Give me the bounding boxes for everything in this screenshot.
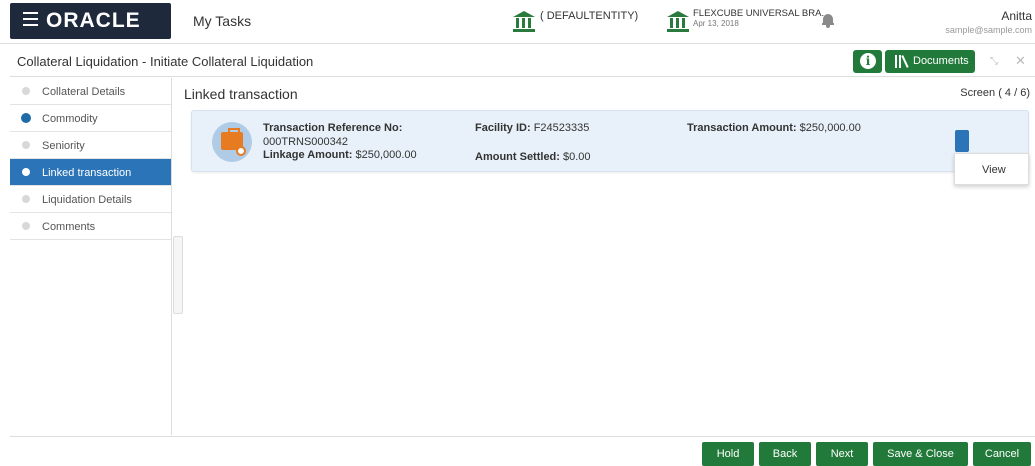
card-action-menu: View [954,153,1029,185]
cancel-button[interactable]: Cancel [973,442,1031,466]
window-titlebar: Collateral Liquidation - Initiate Collat… [10,45,1035,77]
top-header: ORACLE My Tasks ( DEFAULTENTITY) FLEXCUB… [0,0,1035,44]
branch-selector[interactable]: FLEXCUBE UNIVERSAL BRA... Apr 13, 2018 [693,9,829,29]
save-close-button[interactable]: Save & Close [873,442,968,466]
sidebar-item-label: Comments [42,221,96,233]
linkage-amount-field: Linkage Amount: $250,000.00 [263,149,417,161]
sidebar-item-comments[interactable]: Comments [10,213,171,240]
txn-ref-label: Transaction Reference No: [263,122,403,134]
sidebar-item-linked-transaction[interactable]: Linked transaction [10,159,171,186]
briefcase-icon [212,122,252,162]
sidebar-item-label: Liquidation Details [42,194,132,206]
linkage-label: Linkage Amount: [263,149,353,161]
hold-button[interactable]: Hold [702,442,754,466]
linked-transaction-card: Transaction Reference No: 000TRNS000342 … [191,110,1029,172]
panel-resize-handle[interactable] [173,236,183,314]
txn-amount-value: $250,000.00 [799,122,861,134]
info-button[interactable]: i [853,50,882,73]
sidebar-item-commodity[interactable]: Commodity [10,105,171,132]
back-button[interactable]: Back [759,442,811,466]
sidebar-item-collateral-details[interactable]: Collateral Details [10,78,171,105]
linkage-value: $250,000.00 [355,149,417,161]
step-status-icon [21,113,31,123]
facility-value: F24523335 [533,122,590,134]
facility-id-field: Facility ID: F24523335 [475,122,589,134]
documents-icon [895,55,909,68]
user-email: sample@sample.com [945,25,1032,35]
menu-item-view[interactable]: View [982,164,1006,176]
action-footer: Hold Back Next Save & Close Cancel [10,436,1035,466]
txn-ref-value: 000TRNS000342 [263,136,349,148]
sidebar-item-label: Seniority [42,140,85,152]
card-menu-button[interactable] [955,130,969,152]
bell-icon[interactable] [822,13,834,28]
step-navigator: Collateral Details Commodity Seniority L… [10,78,172,435]
hamburger-menu-icon[interactable] [23,12,38,26]
brand-bar: ORACLE [10,3,171,39]
screen-indicator: Screen ( 4 / 6) [960,87,1030,99]
branch-date: Apr 13, 2018 [693,19,739,28]
documents-button[interactable]: Documents [885,50,975,73]
user-menu[interactable]: Anitta sample@sample.com [945,9,1032,35]
bank-icon [513,11,535,33]
step-status-icon [22,222,30,230]
entity-selector[interactable]: ( DEFAULTENTITY) [540,10,638,22]
amount-settled-field: Amount Settled: $0.00 [475,151,591,163]
sidebar-item-liquidation-details[interactable]: Liquidation Details [10,186,171,213]
oracle-logo: ORACLE [46,9,141,32]
transaction-amount-field: Transaction Amount: $250,000.00 [687,122,861,134]
sidebar-item-seniority[interactable]: Seniority [10,132,171,159]
documents-label: Documents [913,55,969,67]
sidebar-item-label: Commodity [42,113,98,125]
step-status-icon [22,195,30,203]
settled-value: $0.00 [563,151,591,163]
txn-amount-label: Transaction Amount: [687,122,797,134]
step-status-icon [22,168,30,176]
bank-icon [667,11,689,33]
step-status-icon [22,141,30,149]
settled-label: Amount Settled: [475,151,560,163]
sidebar-item-label: Linked transaction [42,167,132,179]
user-name: Anitta [1001,9,1032,23]
sidebar-item-label: Collateral Details [42,86,126,98]
section-title: Linked transaction [184,86,298,102]
step-status-icon [22,87,30,95]
next-button[interactable]: Next [816,442,868,466]
facility-label: Facility ID: [475,122,531,134]
page-title: Collateral Liquidation - Initiate Collat… [17,54,314,69]
close-icon[interactable]: ✕ [1015,53,1026,69]
minimize-icon[interactable]: ⤡ [990,56,998,67]
info-icon: i [860,53,876,69]
txn-ref-field: Transaction Reference No: [263,122,402,134]
branch-name: FLEXCUBE UNIVERSAL BRA... [693,8,830,19]
my-tasks-link[interactable]: My Tasks [193,13,251,29]
